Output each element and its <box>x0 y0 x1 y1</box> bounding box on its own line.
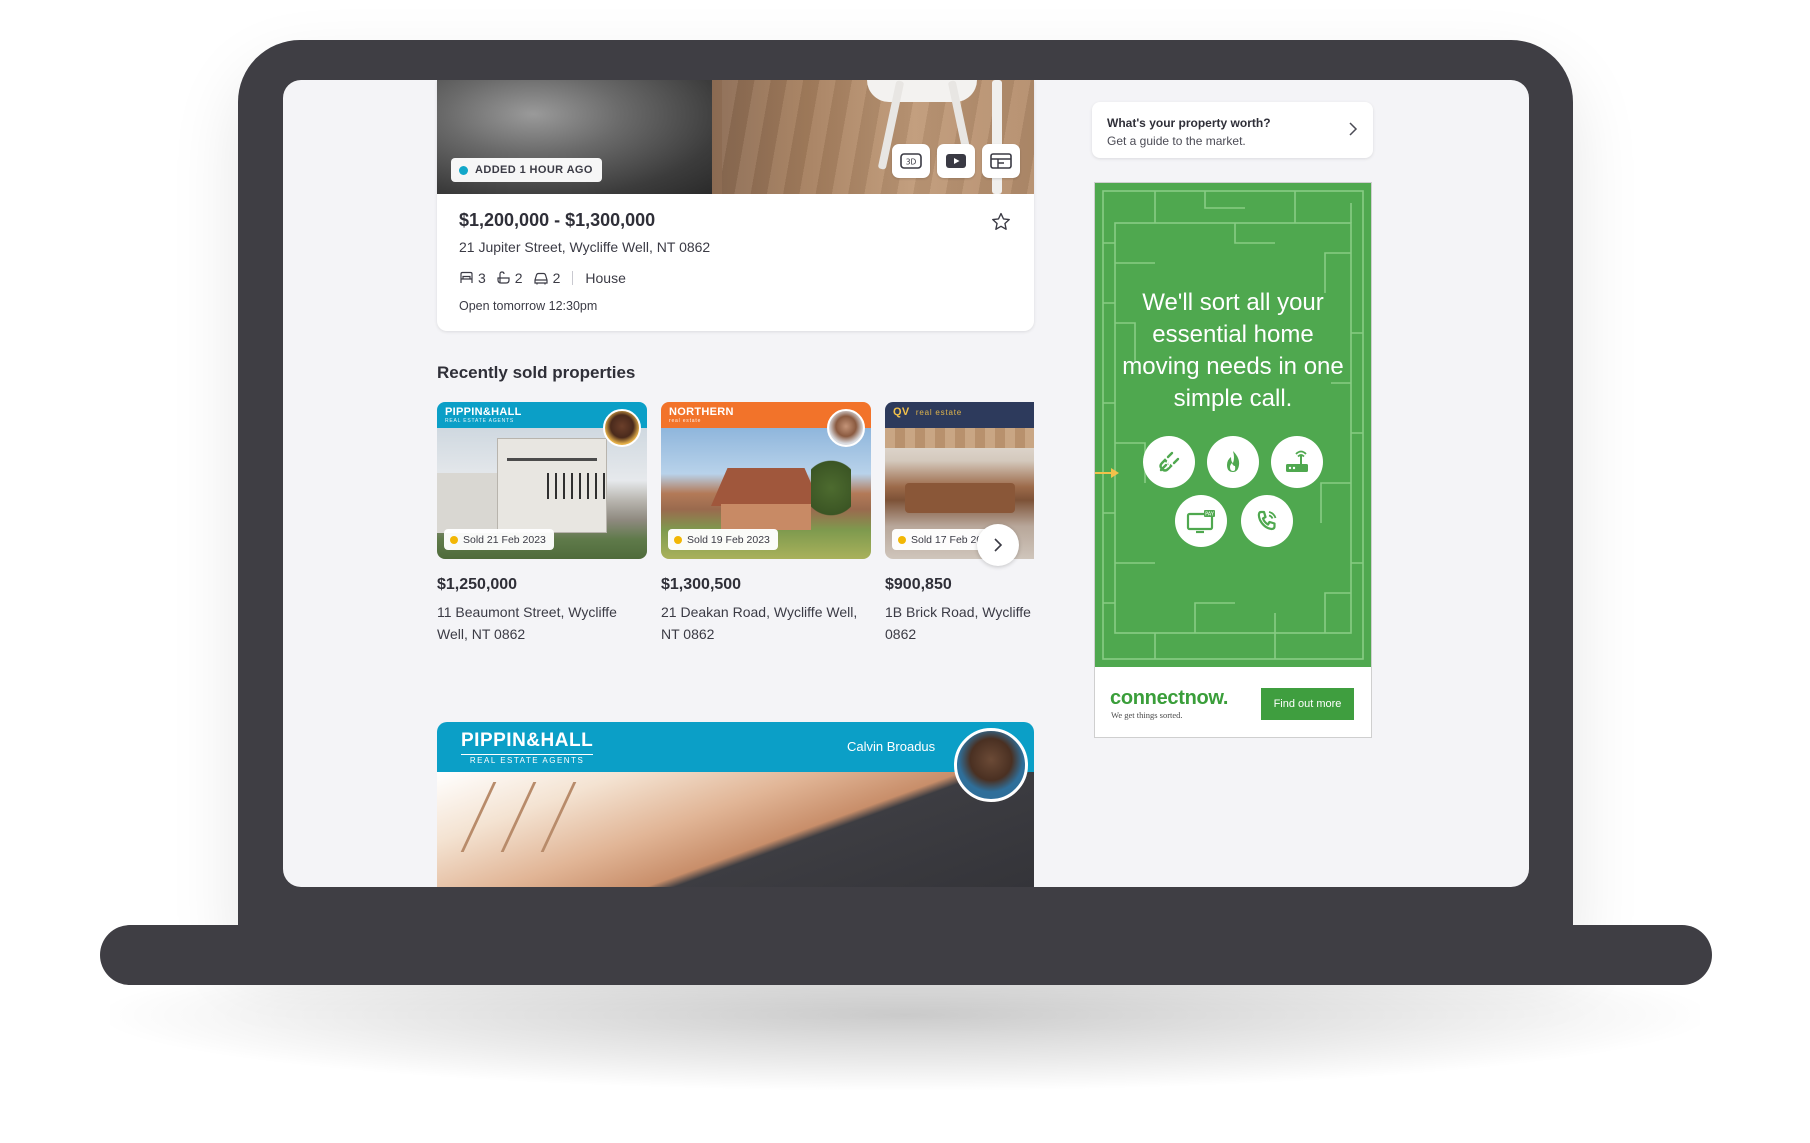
sold-price: $1,300,500 <box>661 576 742 593</box>
sold-dot <box>674 535 682 544</box>
new-dot <box>459 165 468 175</box>
electricity-service <box>1143 436 1195 488</box>
chevron-right-icon <box>994 538 1003 552</box>
sold-card[interactable]: QV real estate Sold 17 Feb 2023 $900,850… <box>885 402 1034 642</box>
bath-icon <box>497 271 510 284</box>
sold-badge: Sold 19 Feb 2023 <box>668 529 778 550</box>
ad-tagline: We get things sorted. <box>1111 710 1183 720</box>
agency-logo: PIPPIN&HALL REAL ESTATE AGENTS <box>461 730 594 765</box>
property-worth-subtitle: Get a guide to the market. <box>1107 134 1246 148</box>
ad-headline: We'll sort all your essential home movin… <box>1122 289 1344 412</box>
find-out-more-button[interactable]: Find out more <box>1261 688 1354 720</box>
floorplan-icon <box>990 153 1012 169</box>
sold-dot <box>450 535 458 544</box>
3d-tour-icon: 3D <box>900 153 922 169</box>
flame-icon <box>1227 451 1240 472</box>
sold-card-image[interactable]: NORTHERN real estate Sold 19 Feb 2023 <box>661 402 871 559</box>
video-button[interactable] <box>937 144 975 178</box>
agent-avatar[interactable] <box>603 409 641 447</box>
agent-listing-photo[interactable] <box>437 772 1034 887</box>
svg-text:PAY: PAY <box>1205 512 1215 518</box>
agency-logo: QV real estate <box>885 402 1034 428</box>
carousel-next-button[interactable] <box>977 524 1019 566</box>
car-count: 2 <box>533 270 560 286</box>
chevron-right-icon <box>1349 122 1358 136</box>
save-listing-button[interactable] <box>987 208 1015 236</box>
sold-address[interactable]: 21 Deakan Road, Wycliffe Well, NT 0862 <box>661 601 871 642</box>
property-worth-title: What's your property worth? <box>1107 116 1271 130</box>
agent-name[interactable]: Calvin Broadus <box>847 739 935 754</box>
property-type: House <box>585 270 626 286</box>
listing-address[interactable]: 21 Jupiter Street, Wycliffe Well, NT 086… <box>459 239 710 255</box>
sold-badge: Sold 21 Feb 2023 <box>444 529 554 550</box>
3d-tour-button[interactable]: 3D <box>892 144 930 178</box>
feature-divider <box>572 271 574 285</box>
listing-features: 3 2 2 House <box>459 270 626 286</box>
listing-card[interactable]: ADDED 1 HOUR AGO 3D $1,200,000 - $1,300,… <box>437 80 1034 331</box>
plug-icon <box>1159 451 1180 472</box>
agency-banner: PIPPIN&HALL REAL ESTATE AGENTS Calvin Br… <box>437 722 1034 772</box>
listing-photo[interactable]: ADDED 1 HOUR AGO 3D <box>437 80 1034 194</box>
agent-listing-card[interactable]: PIPPIN&HALL REAL ESTATE AGENTS Calvin Br… <box>437 722 1034 887</box>
svg-text:3D: 3D <box>906 158 917 167</box>
sold-address[interactable]: 11 Beaumont Street, Wycliffe Well, NT 08… <box>437 601 647 642</box>
property-worth-card[interactable]: What's your property worth? Get a guide … <box>1092 102 1373 158</box>
phone-icon <box>1257 510 1277 531</box>
maze-pattern <box>1095 190 1364 660</box>
screen: ADDED 1 HOUR AGO 3D $1,200,000 - $1,300,… <box>283 80 1529 887</box>
ad-brand-logo: connectnow. <box>1110 687 1229 709</box>
gas-service <box>1207 436 1259 488</box>
ad-footer: connectnow. We get things sorted. Find o… <box>1095 667 1371 737</box>
bed-count: 3 <box>459 270 486 286</box>
agent-avatar[interactable] <box>954 728 1028 802</box>
agent-avatar[interactable] <box>827 409 865 447</box>
video-icon <box>946 154 966 168</box>
car-icon <box>533 272 548 285</box>
tv-icon: PAY <box>1186 510 1215 534</box>
router-icon <box>1286 450 1308 472</box>
sold-price: $900,850 <box>885 576 952 593</box>
sold-card[interactable]: PIPPIN&HALL REAL ESTATE AGENTS Sold 21 F… <box>437 402 647 642</box>
sold-dot <box>898 535 906 544</box>
laptop-base <box>100 925 1712 985</box>
inspection-time: Open tomorrow 12:30pm <box>459 299 598 313</box>
sold-address[interactable]: 1B Brick Road, Wycliffe Well, NT 0862 <box>885 601 1034 642</box>
internet-service <box>1271 436 1323 488</box>
bath-count: 2 <box>496 270 523 286</box>
added-badge: ADDED 1 HOUR AGO <box>451 158 602 182</box>
ad-banner[interactable]: We'll sort all your essential home movin… <box>1095 183 1371 667</box>
connectnow-ad[interactable]: We'll sort all your essential home movin… <box>1094 182 1372 738</box>
recently-sold-title: Recently sold properties <box>437 363 636 382</box>
bed-icon <box>460 271 473 283</box>
floorplan-button[interactable] <box>982 144 1020 178</box>
sold-price: $1,250,000 <box>437 576 518 593</box>
phone-service <box>1241 495 1293 547</box>
recently-sold-carousel[interactable]: PIPPIN&HALL REAL ESTATE AGENTS Sold 21 F… <box>437 402 1034 642</box>
pay-tv-service: PAY <box>1175 495 1227 547</box>
listing-price: $1,200,000 - $1,300,000 <box>459 210 656 230</box>
sold-card-image[interactable]: PIPPIN&HALL REAL ESTATE AGENTS Sold 21 F… <box>437 402 647 559</box>
sold-card[interactable]: NORTHERN real estate Sold 19 Feb 2023 $1… <box>661 402 871 642</box>
star-icon <box>992 212 1010 230</box>
